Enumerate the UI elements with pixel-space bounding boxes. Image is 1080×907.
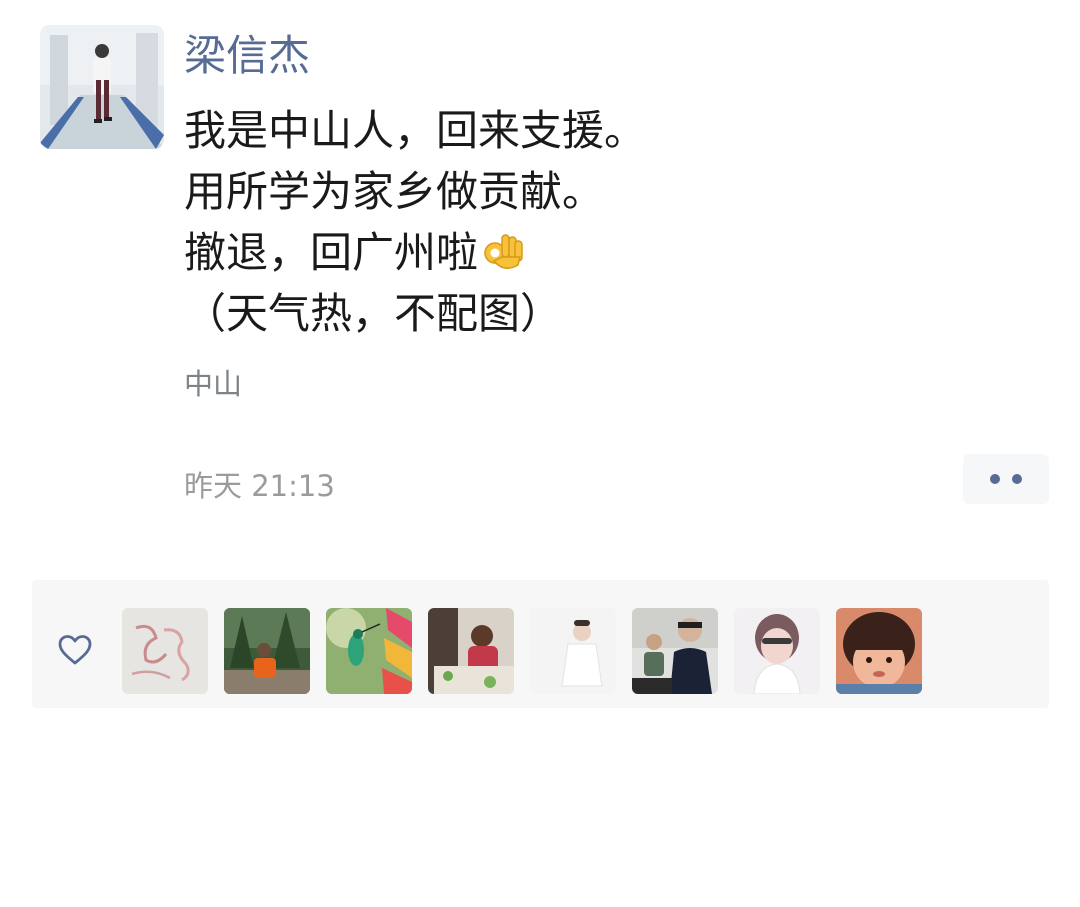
more-dot-icon (990, 474, 1000, 484)
liker-avatar[interactable] (326, 608, 412, 694)
post-line-text: 撤退，回广州啦 (184, 228, 479, 277)
post-line: 我是中山人，回来支援。 (184, 106, 647, 155)
post-line: （天气热，不配图） (184, 289, 563, 338)
heart-icon (58, 635, 92, 665)
likes-panel (32, 580, 1049, 708)
moments-post: 梁信杰 我是中山人，回来支援。 用所学为家乡做贡献。 撤退，回广州啦 （天气热，… (0, 0, 1080, 907)
author-name[interactable]: 梁信杰 (184, 28, 310, 84)
post-line: 用所学为家乡做贡献。 (184, 167, 605, 216)
ok-hand-emoji-icon (480, 227, 528, 275)
liker-avatar[interactable] (530, 608, 616, 694)
liker-avatar[interactable] (428, 608, 514, 694)
liker-avatar[interactable] (632, 608, 718, 694)
liker-avatar[interactable] (122, 608, 208, 694)
post-line-with-emoji: 撤退，回广州啦 (184, 222, 1004, 283)
post-timestamp: 昨天 21:13 (184, 469, 335, 503)
liker-avatar[interactable] (836, 608, 922, 694)
liker-avatar[interactable] (224, 608, 310, 694)
author-avatar[interactable] (40, 25, 164, 149)
post-text: 我是中山人，回来支援。 用所学为家乡做贡献。 撤退，回广州啦 （天气热，不配图） (184, 100, 1004, 344)
more-options-button[interactable] (963, 454, 1049, 504)
liker-avatar[interactable] (734, 608, 820, 694)
more-dot-icon (1012, 474, 1022, 484)
location-tag[interactable]: 中山 (184, 364, 242, 404)
